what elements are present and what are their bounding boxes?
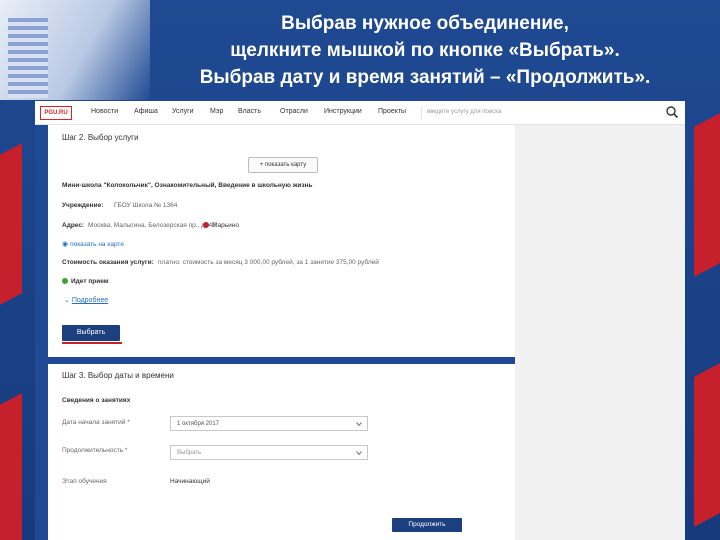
service-form: Шаг 2. Выбор услуги + показать карту Мин… bbox=[48, 125, 515, 540]
cost-label: Стоимость оказания услуги: bbox=[62, 259, 154, 266]
duration-placeholder: Выбрать bbox=[177, 450, 202, 456]
schedule-section-title: Сведения о занятиях bbox=[62, 397, 131, 404]
building-illustration bbox=[8, 18, 48, 98]
slide-title-line: щелкните мышкой по кнопке «Выбрать». bbox=[230, 40, 620, 61]
step2-title: Шаг 2. Выбор услуги bbox=[62, 133, 139, 142]
duration-label: Продолжительность * bbox=[62, 447, 128, 454]
service-name: Мини-школа "Колокольчик", Ознакомительны… bbox=[62, 182, 313, 189]
show-map-button[interactable]: + показать карту bbox=[248, 157, 318, 173]
right-red-stripes bbox=[684, 100, 720, 540]
section-divider-band bbox=[48, 357, 515, 364]
nav-item-news[interactable]: Новости bbox=[91, 108, 118, 115]
nav-item-projects[interactable]: Проекты bbox=[378, 108, 406, 115]
slide-title: Выбрав нужное объединение, щелкните мышк… bbox=[140, 10, 710, 91]
select-button[interactable]: Выбрать bbox=[62, 325, 120, 341]
address-label: Адрес: bbox=[62, 222, 85, 229]
nav-item-afisha[interactable]: Афиша bbox=[134, 108, 158, 115]
status-badge: Идет прием bbox=[62, 278, 109, 285]
cost-value: платно: стоимость за месяц 3 000,00 рубл… bbox=[158, 259, 379, 266]
institution-label: Учреждение: bbox=[62, 202, 104, 209]
status-dot-icon bbox=[62, 278, 68, 284]
metro-name: Марьино bbox=[212, 222, 239, 229]
search-icon[interactable] bbox=[665, 105, 679, 119]
start-date-label: Дата начала занятий * bbox=[62, 419, 130, 426]
duration-select[interactable]: Выбрать bbox=[170, 445, 368, 460]
select-button-underline bbox=[62, 342, 122, 344]
nav-item-sectors[interactable]: Отрасли bbox=[280, 108, 308, 115]
search-input[interactable]: введите услугу для поиска bbox=[421, 106, 667, 119]
start-date-value: 1 октября 2017 bbox=[177, 421, 219, 427]
institution-value: ГБОУ Школа № 1364 bbox=[114, 202, 178, 209]
nav-item-instructions[interactable]: Инструкции bbox=[324, 108, 362, 115]
step3-title: Шаг 3. Выбор даты и времени bbox=[62, 371, 174, 380]
map-pin-icon: ◉ bbox=[62, 241, 71, 248]
show-on-map-link[interactable]: ◉ показать на карте bbox=[62, 240, 124, 248]
nav-item-services[interactable]: Услуги bbox=[172, 108, 194, 115]
chevron-down-icon bbox=[356, 451, 362, 456]
page-left-edge bbox=[35, 125, 48, 540]
more-details-link[interactable]: ⌄ Подробнее bbox=[64, 296, 108, 304]
site-navbar: PGU.RU Новости Афиша Услуги Мэр Власть О… bbox=[35, 101, 685, 125]
browser-screenshot: PGU.RU Новости Афиша Услуги Мэр Власть О… bbox=[35, 101, 685, 540]
stage-label: Этап обучения bbox=[62, 478, 107, 485]
status-text: Идет прием bbox=[71, 278, 109, 285]
nav-item-government[interactable]: Власть bbox=[238, 108, 261, 115]
site-logo[interactable]: PGU.RU bbox=[40, 106, 72, 120]
slide-title-line: Выбрав нужное объединение, bbox=[281, 13, 569, 34]
chevron-down-icon: ⌄ bbox=[64, 297, 72, 304]
show-on-map-link-label: показать на карте bbox=[70, 241, 124, 248]
metro-icon bbox=[203, 222, 209, 228]
chevron-down-icon bbox=[356, 422, 362, 427]
start-date-select[interactable]: 1 октября 2017 bbox=[170, 416, 368, 431]
metro-station: Марьино bbox=[203, 222, 239, 229]
continue-button[interactable]: Продолжить bbox=[392, 518, 462, 532]
more-details-label: Подробнее bbox=[71, 297, 109, 304]
city-decoration bbox=[0, 0, 150, 100]
nav-item-mayor[interactable]: Мэр bbox=[210, 108, 223, 115]
address-value: Москва, Малыгина, Белозерская пр., д. 47 bbox=[88, 222, 216, 229]
right-side-panel bbox=[515, 125, 685, 540]
slide-title-line: Выбрав дату и время занятий – «Продолжит… bbox=[199, 67, 651, 88]
stage-value: Начинающий bbox=[170, 478, 210, 485]
